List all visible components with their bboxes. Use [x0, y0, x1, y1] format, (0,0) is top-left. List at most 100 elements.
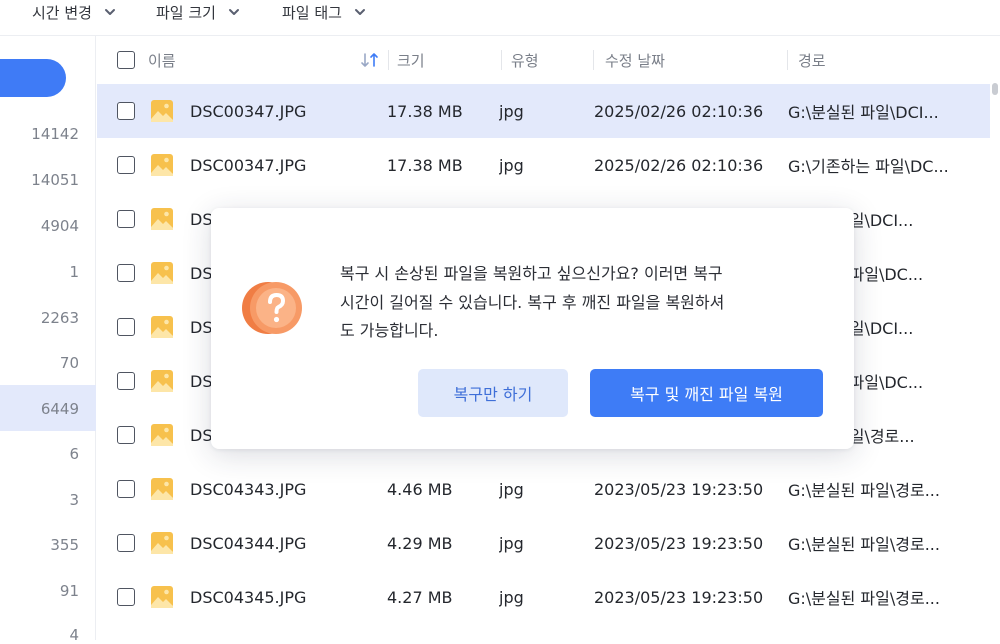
sidebar-count[interactable]: 1	[0, 263, 79, 281]
file-type-cell: jpg	[499, 479, 524, 499]
recover-only-button[interactable]: 복구만 하기	[418, 369, 568, 417]
sidebar-count[interactable]: 14051	[0, 171, 79, 189]
row-checkbox[interactable]	[117, 102, 135, 120]
column-divider[interactable]	[787, 50, 788, 70]
table-row[interactable]: DSC04343.JPG 4.46 MB jpg 2023/05/23 19:23:5…	[97, 462, 990, 516]
modified-date-cell: 2025/02/26 02:10:36	[594, 155, 764, 175]
filter-file-size[interactable]: 파일 크기	[156, 0, 240, 24]
table-row[interactable]: DSC04344.JPG 4.29 MB jpg 2023/05/23 19:23:5…	[97, 516, 990, 570]
filter-time-change[interactable]: 시간 변경	[32, 0, 116, 24]
file-type-cell: jpg	[499, 155, 524, 175]
file-name-cell: DSC04344.JPG	[190, 533, 307, 553]
modified-date-cell: 2023/05/23 19:23:50	[594, 533, 764, 553]
file-name-cell: DSC00347.JPG	[190, 101, 307, 121]
file-name-cell: DS	[190, 209, 213, 229]
image-file-icon	[151, 586, 173, 608]
chevron-down-icon	[104, 6, 116, 18]
image-file-icon	[151, 208, 173, 230]
table-row[interactable]: DSC00347.JPG 17.38 MB jpg 2025/02/26 02:10:…	[97, 84, 990, 138]
row-checkbox[interactable]	[117, 264, 135, 282]
scrollbar[interactable]	[990, 36, 1000, 640]
column-header-name[interactable]: 이름	[148, 36, 176, 84]
image-file-icon	[151, 316, 173, 338]
column-header-modified[interactable]: 수정 날짜	[605, 36, 665, 84]
image-file-icon	[151, 100, 173, 122]
file-name-cell: DSC04343.JPG	[190, 479, 307, 499]
file-type-cell: jpg	[499, 101, 524, 121]
file-path-cell: G:\기존하는 파일\DC...	[788, 157, 949, 176]
file-path-cell: G:\분실된 파일\경로...	[788, 481, 940, 500]
column-divider[interactable]	[501, 50, 502, 70]
recover-and-repair-button[interactable]: 복구 및 깨진 파일 복원	[590, 369, 823, 417]
file-name-cell: DSC00347.JPG	[190, 155, 307, 175]
column-header-path[interactable]: 경로	[798, 36, 826, 84]
row-checkbox[interactable]	[117, 210, 135, 228]
file-path-cell: 파일\DCI...	[835, 211, 914, 230]
filter-file-size-label: 파일 크기	[156, 3, 216, 22]
sidebar-type-pill[interactable]: 형	[0, 59, 66, 97]
row-checkbox[interactable]	[117, 426, 135, 444]
table-row[interactable]: DSC00347.JPG 17.38 MB jpg 2025/02/26 02:10:…	[97, 138, 990, 192]
modified-date-cell: 2025/02/26 02:10:36	[594, 101, 764, 121]
file-size-cell: 17.38 MB	[387, 101, 463, 121]
file-name-cell: DS	[190, 425, 213, 445]
file-path-cell: G:\분실된 파일\경로...	[788, 535, 940, 554]
sidebar-count[interactable]: 3	[0, 491, 79, 509]
column-header-type[interactable]: 유형	[511, 36, 539, 84]
sort-icon[interactable]	[360, 51, 382, 69]
sidebar-count[interactable]: 6	[0, 445, 79, 463]
select-all-checkbox[interactable]	[117, 51, 135, 69]
repair-confirm-dialog: 복구 시 손상된 파일을 복원하고 싶으신가요? 이러면 복구 시간이 길어질 …	[211, 208, 854, 449]
file-type-cell: jpg	[499, 587, 524, 607]
image-file-icon	[151, 478, 173, 500]
row-checkbox[interactable]	[117, 372, 135, 390]
file-path-cell: 파일\경로...	[835, 427, 915, 446]
image-file-icon	[151, 532, 173, 554]
filter-file-tag-label: 파일 태그	[282, 3, 342, 22]
chevron-down-icon	[228, 6, 240, 18]
file-type-cell: jpg	[499, 533, 524, 553]
image-file-icon	[151, 424, 173, 446]
file-name-cell: DS	[190, 263, 213, 283]
scrollbar-thumb[interactable]	[992, 83, 998, 95]
sidebar-count[interactable]: 14142	[0, 125, 79, 143]
filter-bar: 시간 변경 파일 크기 파일 태그	[0, 0, 1000, 36]
modified-date-cell: 2023/05/23 19:23:50	[594, 587, 764, 607]
sidebar-count[interactable]: 2263	[0, 309, 79, 327]
image-file-icon	[151, 262, 173, 284]
file-size-cell: 17.38 MB	[387, 155, 463, 175]
sidebar-count[interactable]: 4	[0, 626, 79, 644]
sidebar-count[interactable]: 91	[0, 582, 79, 600]
row-checkbox[interactable]	[117, 480, 135, 498]
chevron-down-icon	[354, 6, 366, 18]
dialog-message: 복구 시 손상된 파일을 복원하고 싶으신가요? 이러면 복구 시간이 길어질 …	[340, 264, 725, 340]
file-name-cell: DS	[190, 317, 213, 337]
row-checkbox[interactable]	[117, 318, 135, 336]
table-header: 이름 크기 유형 수정 날짜 경로	[97, 36, 990, 84]
file-size-cell: 4.29 MB	[387, 533, 453, 553]
file-path-cell: 파일\DCI...	[835, 319, 914, 338]
file-path-cell: G:\분실된 파일\DCI...	[788, 103, 939, 122]
file-size-cell: 4.27 MB	[387, 587, 453, 607]
column-divider[interactable]	[593, 50, 594, 70]
sidebar-count[interactable]: 355	[0, 536, 79, 554]
sidebar-count-active[interactable]: 6449	[0, 400, 79, 418]
column-header-size[interactable]: 크기	[397, 36, 425, 84]
file-name-cell: DS	[190, 371, 213, 391]
file-size-cell: 4.46 MB	[387, 479, 453, 499]
sidebar: 형 14142 14051 4904 1 2263 70 6449 6 3 35…	[0, 36, 96, 644]
table-row[interactable]: DSC04345.JPG 4.27 MB jpg 2023/05/23 19:23:5…	[97, 570, 990, 624]
image-file-icon	[151, 370, 173, 392]
row-checkbox[interactable]	[117, 156, 135, 174]
filter-file-tag[interactable]: 파일 태그	[282, 0, 366, 24]
row-checkbox[interactable]	[117, 534, 135, 552]
row-checkbox[interactable]	[117, 588, 135, 606]
file-name-cell: DSC04345.JPG	[190, 587, 307, 607]
sidebar-count[interactable]: 70	[0, 354, 79, 372]
column-divider[interactable]	[388, 50, 389, 70]
sidebar-count[interactable]: 4904	[0, 217, 79, 235]
image-file-icon	[151, 154, 173, 176]
file-path-cell: G:\분실된 파일\경로...	[788, 589, 940, 608]
modified-date-cell: 2023/05/23 19:23:50	[594, 479, 764, 499]
question-coin-icon	[242, 282, 302, 334]
